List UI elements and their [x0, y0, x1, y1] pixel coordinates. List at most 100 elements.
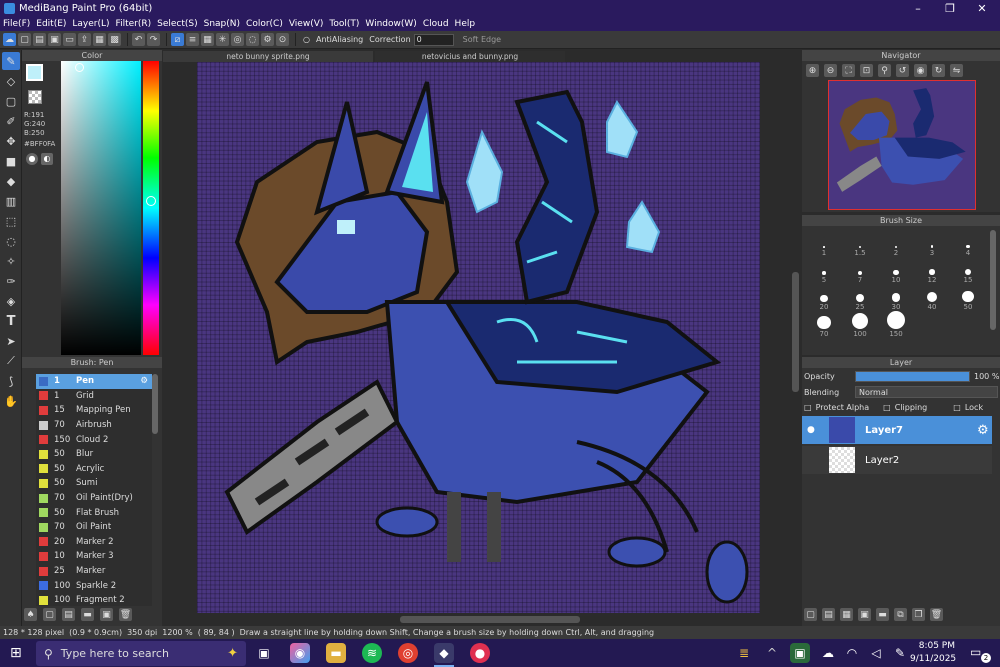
- canvas-horizontal-scrollbar[interactable]: [163, 615, 791, 624]
- brush-item[interactable]: 50 Flat Brush: [36, 505, 152, 520]
- opacity-slider[interactable]: [855, 371, 970, 382]
- brush-size-option[interactable]: 40: [914, 284, 950, 311]
- menu-snap[interactable]: Snap(N): [204, 19, 240, 29]
- operation-tool-icon[interactable]: ➤: [2, 332, 20, 350]
- notification-icon[interactable]: ▭: [970, 645, 981, 659]
- tray-overflow-icon[interactable]: ^: [762, 643, 782, 663]
- layer-duplicate-icon[interactable]: ❐: [912, 608, 925, 621]
- minimize-button[interactable]: –: [902, 0, 934, 17]
- new-halftone-layer-icon[interactable]: ▤: [822, 608, 835, 621]
- brush-duplicate-icon[interactable]: ▣: [100, 608, 113, 621]
- brush-item[interactable]: 70 Oil Paint(Dry): [36, 491, 152, 506]
- zoom-out-icon[interactable]: ⊖: [824, 64, 837, 77]
- brush-size-option[interactable]: 3: [914, 230, 950, 257]
- copilot-icon[interactable]: ◉: [290, 643, 310, 663]
- brush-item[interactable]: 150 Cloud 2: [36, 432, 152, 447]
- new-folder-layer-icon[interactable]: ▦: [840, 608, 853, 621]
- brush-item[interactable]: 1 Pen ⚙: [36, 374, 152, 389]
- widgets-icon[interactable]: ≣: [734, 643, 754, 663]
- layer-merge-icon[interactable]: ⧉: [894, 608, 907, 621]
- rotate-reset-icon[interactable]: ◉: [914, 64, 927, 77]
- document-tab-1[interactable]: neto bunny sprite.png: [163, 51, 373, 62]
- new-layer-icon[interactable]: ▢: [804, 608, 817, 621]
- add-brush-icon[interactable]: ♠: [24, 608, 37, 621]
- lasso-tool-icon[interactable]: ◌: [2, 232, 20, 250]
- brush-size-option[interactable]: 30: [878, 284, 914, 311]
- brush-item[interactable]: 100 Sparkle 2: [36, 578, 152, 593]
- file-explorer-icon[interactable]: ▬: [326, 643, 346, 663]
- fill-rect-tool-icon[interactable]: ■: [2, 152, 20, 170]
- menu-view[interactable]: View(V): [289, 19, 324, 29]
- rotate-right-icon[interactable]: ↻: [932, 64, 945, 77]
- magic-wand-tool-icon[interactable]: ✧: [2, 252, 20, 270]
- snap-radial-icon[interactable]: ✳: [216, 33, 229, 46]
- brush-edit-icon[interactable]: ▤: [62, 608, 75, 621]
- menu-color[interactable]: Color(C): [246, 19, 283, 29]
- snap-circle-icon[interactable]: ◎: [231, 33, 244, 46]
- brush-size-option[interactable]: 2: [878, 230, 914, 257]
- snap-settings-icon[interactable]: ⚙: [261, 33, 274, 46]
- brush-item[interactable]: 70 Airbrush: [36, 418, 152, 433]
- brush-size-option[interactable]: 5: [806, 257, 842, 284]
- snap-off-icon[interactable]: ⧄: [171, 33, 184, 46]
- eraser-tool-icon[interactable]: ◇: [2, 72, 20, 90]
- navigator-thumbnail[interactable]: [828, 80, 976, 210]
- color-swap-icon[interactable]: ◐: [41, 153, 53, 165]
- select-pen-tool-icon[interactable]: ✑: [2, 272, 20, 290]
- brush-size-option[interactable]: 1: [806, 230, 842, 257]
- brush-size-option[interactable]: 7: [842, 257, 878, 284]
- vertical-scroll-thumb[interactable]: [792, 272, 799, 392]
- brush-size-option[interactable]: 70: [806, 311, 842, 338]
- lock-checkbox[interactable]: □: [953, 403, 961, 412]
- new-file-icon[interactable]: ▢: [18, 33, 31, 46]
- taskbar-search[interactable]: ⚲ Type here to search ✦: [36, 641, 246, 666]
- wifi-icon[interactable]: ◠: [842, 643, 862, 663]
- saturation-value-picker[interactable]: [61, 61, 141, 355]
- menu-tool[interactable]: Tool(T): [329, 19, 359, 29]
- spotify-icon[interactable]: ≋: [362, 643, 382, 663]
- layer-copy-icon[interactable]: ▣: [858, 608, 871, 621]
- snap-curve-icon[interactable]: ◌: [246, 33, 259, 46]
- layer-settings-gear-icon[interactable]: ⚙: [977, 423, 989, 438]
- grid-toggle-icon[interactable]: ▩: [108, 33, 121, 46]
- brush-size-option[interactable]: 12: [914, 257, 950, 284]
- snap-parallel-icon[interactable]: ≡: [186, 33, 199, 46]
- bucket-tool-icon[interactable]: ◆: [2, 172, 20, 190]
- antialiasing-checkbox[interactable]: ○: [303, 35, 310, 44]
- pen-tray-icon[interactable]: ✎: [890, 643, 910, 663]
- tray-onedrive-icon[interactable]: ☁: [818, 643, 838, 663]
- rectangle-tool-icon[interactable]: ▢: [2, 92, 20, 110]
- hue-slider[interactable]: [143, 61, 159, 355]
- brush-delete-icon[interactable]: 🗑: [119, 608, 132, 621]
- brush-size-option[interactable]: 4: [950, 230, 986, 257]
- protect-alpha-checkbox[interactable]: □: [804, 403, 812, 412]
- brush-item[interactable]: 15 Mapping Pen: [36, 403, 152, 418]
- layer-folder-icon[interactable]: ▬: [876, 608, 889, 621]
- brush-size-option[interactable]: 10: [878, 257, 914, 284]
- chrome-icon[interactable]: ◎: [398, 643, 418, 663]
- brush-item[interactable]: 10 Marker 3: [36, 549, 152, 564]
- maximize-button[interactable]: ❐: [934, 0, 966, 17]
- layer-delete-icon[interactable]: 🗑: [930, 608, 943, 621]
- undo-icon[interactable]: ↶: [132, 33, 145, 46]
- hand-tool-icon[interactable]: ✋: [2, 392, 20, 410]
- text-tool-icon[interactable]: T: [2, 312, 20, 330]
- drawing-canvas[interactable]: [197, 62, 760, 613]
- tray-app-icon[interactable]: ▣: [790, 643, 810, 663]
- brush-size-option[interactable]: 15: [950, 257, 986, 284]
- medibang-taskbar-icon[interactable]: ◆: [434, 643, 454, 663]
- layer-row-layer2[interactable]: Layer2: [802, 446, 992, 474]
- foreground-color-swatch[interactable]: [26, 64, 43, 81]
- brush-settings-gear-icon[interactable]: ⚙: [140, 376, 148, 386]
- brush-item[interactable]: 70 Oil Paint: [36, 520, 152, 535]
- brush-item[interactable]: 50 Acrylic: [36, 462, 152, 477]
- snap-vanish-icon[interactable]: ⊙: [276, 33, 289, 46]
- clock-time[interactable]: 8:05 PM: [915, 641, 955, 651]
- select-eraser-tool-icon[interactable]: ◈: [2, 292, 20, 310]
- brush-size-option[interactable]: 25: [842, 284, 878, 311]
- cloud-icon[interactable]: ☁: [3, 33, 16, 46]
- background-color-swatch[interactable]: [28, 90, 42, 104]
- folder-icon[interactable]: ▦: [93, 33, 106, 46]
- move-tool-icon[interactable]: ✥: [2, 132, 20, 150]
- zoom-in-icon[interactable]: ⊕: [806, 64, 819, 77]
